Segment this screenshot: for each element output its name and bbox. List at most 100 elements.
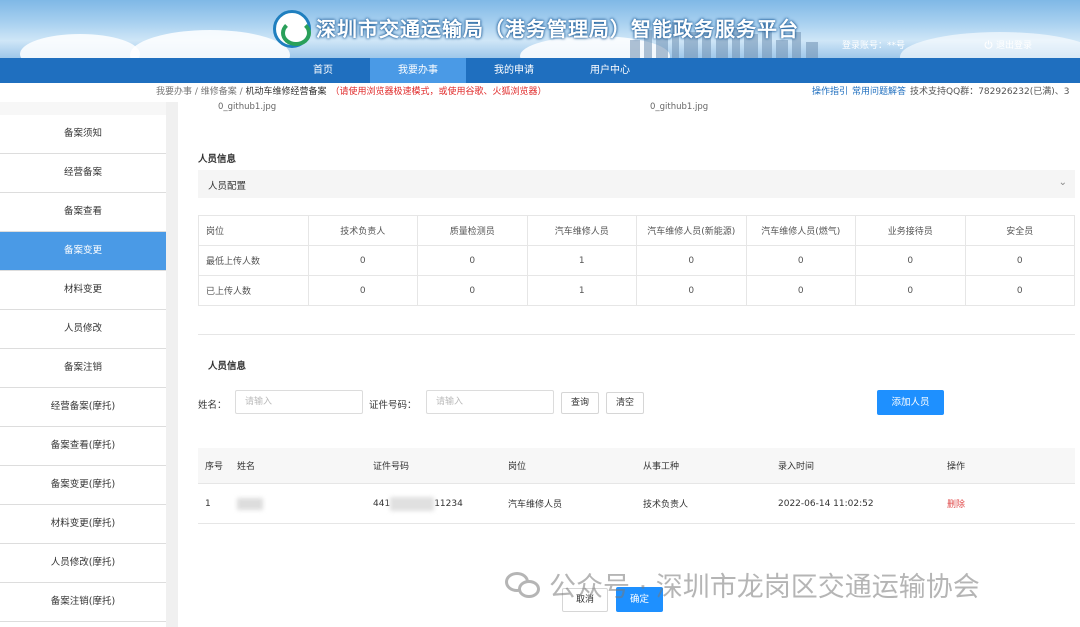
table-cell: 最低上传人数 <box>198 245 309 276</box>
table-cell: 0 <box>745 245 856 276</box>
table-cell: 0 <box>964 275 1075 306</box>
breadcrumb-path[interactable]: 我要办事 / 维修备案 / <box>156 87 246 97</box>
table-cell: 0 <box>636 275 747 306</box>
sidebar-item-personnel-edit[interactable]: 人员修改 <box>0 310 166 349</box>
wechat-icon <box>505 570 541 600</box>
table-header-cell: 质量检测员 <box>417 215 528 246</box>
table-cell: 0 <box>636 245 747 276</box>
table-cell: 0 <box>307 245 418 276</box>
sidebar-item-cancel[interactable]: 备案注销 <box>0 349 166 388</box>
nav-my-applications[interactable]: 我的申请 <box>466 58 562 83</box>
table-cell: 1 <box>526 275 637 306</box>
table-cell: 0 <box>964 245 1075 276</box>
col-header-work: 从事工种 <box>643 462 680 472</box>
name-label: 姓名： <box>198 400 227 411</box>
section-divider <box>198 334 1075 335</box>
sidebar-item-view[interactable]: 备案查看 <box>0 193 166 232</box>
id-search-input[interactable]: 请输入 <box>426 390 554 414</box>
sidebar-item-notice[interactable]: 备案须知 <box>0 115 166 154</box>
table-header-cell: 技术负责人 <box>307 215 418 246</box>
row-name-masked <box>237 484 263 523</box>
nav-home[interactable]: 首页 <box>276 58 370 83</box>
row-id-prefix: 441 <box>373 498 391 509</box>
logout-label: 退出登录 <box>996 41 1033 51</box>
guide-link[interactable]: 操作指引 <box>812 87 848 97</box>
sidebar-item-filing[interactable]: 经营备案 <box>0 154 166 193</box>
header-banner: 深圳市交通运输局（港务管理局）智能政务服务平台 登录账号：**号 退出登录 <box>0 0 1080 58</box>
sidebar-item-material-change[interactable]: 材料变更 <box>0 271 166 310</box>
table-header-cell: 岗位 <box>198 215 309 246</box>
table-row: 最低上传人数 0 0 1 0 0 0 0 <box>198 245 1075 276</box>
site-title: 深圳市交通运输局（港务管理局）智能政务服务平台 <box>316 17 799 41</box>
personnel-config-collapse[interactable]: 人员配置 ⌄ <box>198 170 1075 198</box>
sidebar: 备案须知 经营备案 备案查看 备案变更 材料变更 人员修改 备案注销 经营备案(… <box>0 115 166 627</box>
help-links: 操作指引 常用问题解答 技术支持QQ群：782926232(已满)、3 <box>812 83 1069 102</box>
watermark: 公众号 · 深圳市龙岗区交通运输协会 <box>505 565 980 604</box>
sidebar-item-change[interactable]: 备案变更 <box>0 232 166 271</box>
table-cell: 0 <box>417 245 528 276</box>
row-time: 2022-06-14 11:02:52 <box>778 498 874 509</box>
table-row: 已上传人数 0 0 1 0 0 0 0 <box>198 275 1075 306</box>
power-icon <box>984 40 993 49</box>
col-header-name: 姓名 <box>237 462 256 472</box>
table-header-row: 岗位 技术负责人 质量检测员 汽车维修人员 汽车维修人员(新能源) 汽车维修人员… <box>198 215 1075 246</box>
sidebar-item-moto-material-change[interactable]: 材料变更(摩托) <box>0 505 166 544</box>
cloud-decoration <box>20 34 140 58</box>
support-text: 技术支持QQ群：782926232(已满)、3 <box>910 87 1070 97</box>
personnel-section-title: 人员信息 <box>198 154 237 165</box>
table-cell: 0 <box>855 275 966 306</box>
table-header-cell: 业务接待员 <box>855 215 966 246</box>
row-work: 技术负责人 <box>643 500 689 510</box>
add-personnel-button[interactable]: 添加人员 <box>877 390 944 415</box>
main-content: 0_github1.jpg 0_github1.jpg 人员信息 人员配置 ⌄ … <box>178 102 1080 627</box>
faq-link[interactable]: 常用问题解答 <box>852 87 906 97</box>
personnel-config-label: 人员配置 <box>208 181 247 192</box>
col-header-index: 序号 <box>205 462 224 472</box>
query-button[interactable]: 查询 <box>561 392 599 414</box>
browser-warning: （请使用浏览器极速模式，或使用谷歌、火狐浏览器） <box>330 87 547 97</box>
row-id-number: 441 11234 <box>373 484 463 523</box>
clear-button[interactable]: 清空 <box>606 392 644 414</box>
personnel-config-table: 岗位 技术负责人 质量检测员 汽车维修人员 汽车维修人员(新能源) 汽车维修人员… <box>198 215 1075 306</box>
sidebar-gutter <box>166 102 178 627</box>
table-header-cell: 汽车维修人员(燃气) <box>745 215 856 246</box>
row-id-suffix: 11234 <box>434 498 463 509</box>
nav-services[interactable]: 我要办事 <box>370 58 466 83</box>
name-search-input[interactable]: 请输入 <box>235 390 363 414</box>
delete-link[interactable]: 删除 <box>947 484 965 523</box>
col-header-time: 录入时间 <box>778 462 815 472</box>
sidebar-item-moto-filing[interactable]: 经营备案(摩托) <box>0 388 166 427</box>
account-label: 登录账号：**号 <box>842 41 906 51</box>
main-nav: 首页 我要办事 我的申请 用户中心 <box>0 58 1080 83</box>
col-header-post: 岗位 <box>508 462 527 472</box>
breadcrumb-current: 机动车维修经营备案 <box>245 87 327 97</box>
col-header-action: 操作 <box>947 462 966 472</box>
col-header-id: 证件号码 <box>373 462 410 472</box>
table-cell: 0 <box>307 275 418 306</box>
table-cell: 1 <box>526 245 637 276</box>
table-header-cell: 汽车维修人员 <box>526 215 637 246</box>
site-logo <box>273 10 311 48</box>
table-cell: 已上传人数 <box>198 275 309 306</box>
id-masked-region <box>390 496 435 511</box>
table-header-cell: 安全员 <box>964 215 1075 246</box>
sidebar-item-moto-personnel-edit[interactable]: 人员修改(摩托) <box>0 544 166 583</box>
logout-button[interactable]: 退出登录 <box>984 38 1032 51</box>
table-row: 1 441 11234 汽车维修人员 技术负责人 2022-06-14 11:02… <box>198 484 1075 524</box>
file-name[interactable]: 0_github1.jpg <box>650 102 708 112</box>
cloud-decoration <box>130 30 290 58</box>
sidebar-item-moto-change[interactable]: 备案变更(摩托) <box>0 466 166 505</box>
personnel-list-header: 序号 姓名 证件号码 岗位 从事工种 录入时间 操作 <box>198 448 1075 484</box>
row-index: 1 <box>205 498 211 509</box>
breadcrumb: 我要办事 / 维修备案 / 机动车维修经营备案 （请使用浏览器极速模式，或使用谷歌… <box>156 83 547 102</box>
watermark-text: 公众号 · 深圳市龙岗区交通运输协会 <box>549 572 980 603</box>
sidebar-item-moto-cancel[interactable]: 备案注销(摩托) <box>0 583 166 622</box>
sidebar-top <box>0 102 166 115</box>
sidebar-item-moto-view[interactable]: 备案查看(摩托) <box>0 427 166 466</box>
file-name[interactable]: 0_github1.jpg <box>218 102 276 112</box>
id-label: 证件号码： <box>369 400 417 411</box>
nav-user-center[interactable]: 用户中心 <box>562 58 658 83</box>
table-cell: 0 <box>417 275 528 306</box>
table-header-cell: 汽车维修人员(新能源) <box>636 215 747 246</box>
chevron-down-icon: ⌄ <box>1058 177 1067 188</box>
